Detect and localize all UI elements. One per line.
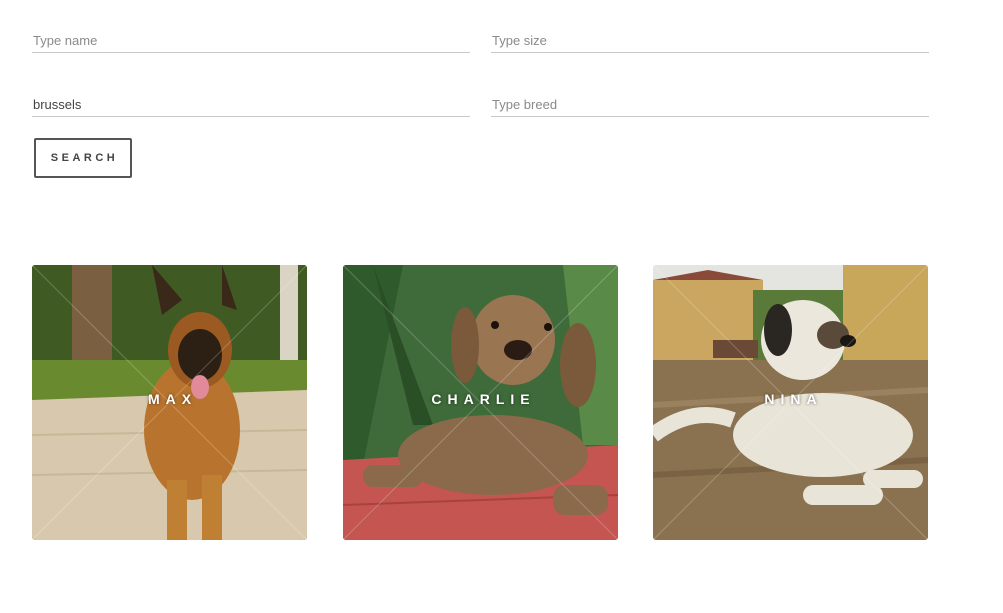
- size-field-container: [491, 13, 929, 53]
- dog-name-label: CHARLIE: [431, 391, 536, 407]
- dog-name-label: NINA: [764, 391, 823, 407]
- city-field-container: [32, 77, 470, 117]
- breed-input[interactable]: [491, 97, 929, 112]
- size-input[interactable]: [491, 33, 929, 48]
- name-input[interactable]: [32, 33, 470, 48]
- dog-card-max[interactable]: MAX: [32, 265, 307, 540]
- dog-name-label: MAX: [147, 391, 198, 407]
- breed-field-container: [491, 77, 929, 117]
- city-input[interactable]: [32, 97, 470, 112]
- dog-card-nina[interactable]: NINA: [653, 265, 928, 540]
- name-field-container: [32, 13, 470, 53]
- search-button[interactable]: SEARCH: [34, 138, 132, 178]
- dog-card-charlie[interactable]: CHARLIE: [343, 265, 618, 540]
